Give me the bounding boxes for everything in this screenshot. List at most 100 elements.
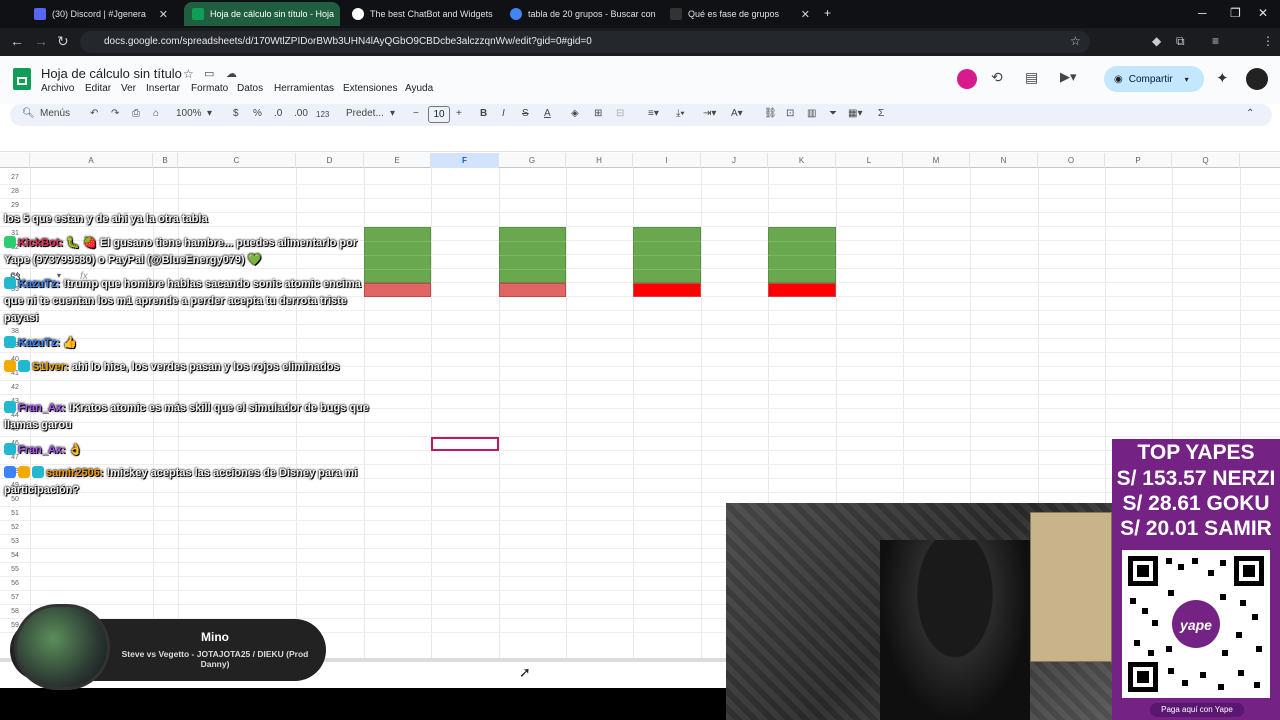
column-header-k[interactable]: K xyxy=(768,153,836,168)
borders-icon[interactable]: ⊞ xyxy=(594,108,602,119)
row-header[interactable]: 28 xyxy=(0,188,30,195)
column-header-d[interactable]: D xyxy=(296,153,364,168)
row-header[interactable]: 29 xyxy=(0,202,30,209)
tab-sheets[interactable]: Hoja de cálculo sin título - Hoja ✕ xyxy=(184,2,340,26)
row-header[interactable]: 55 xyxy=(0,566,30,573)
kebab-menu-icon[interactable]: ⋮ xyxy=(1262,34,1274,48)
forward-icon[interactable]: → xyxy=(34,33,48,49)
insert-link-icon[interactable]: ⛓ xyxy=(764,108,777,119)
menu-formato[interactable]: Formato xyxy=(191,83,228,94)
menus-search[interactable]: Menús xyxy=(40,108,70,119)
functions-icon[interactable]: Σ xyxy=(878,108,884,119)
tab-google-search[interactable]: tabla de 20 grupos - Buscar con ✕ xyxy=(502,2,658,26)
filter-icon[interactable]: ⏷ xyxy=(829,108,837,119)
row-header[interactable]: 53 xyxy=(0,538,30,545)
column-header-h[interactable]: H xyxy=(566,153,633,168)
red-cell[interactable] xyxy=(768,283,836,297)
align-vertical-icon[interactable]: ⤓▾ xyxy=(676,108,685,119)
print-icon[interactable]: ⎙ xyxy=(132,108,140,119)
row-header[interactable]: 57 xyxy=(0,594,30,601)
column-header-e[interactable]: E xyxy=(364,153,431,168)
redo-icon[interactable]: ↷ xyxy=(111,108,119,119)
column-header-q[interactable]: Q xyxy=(1172,153,1240,168)
menu-archivo[interactable]: Archivo xyxy=(41,83,74,94)
comments-icon[interactable]: ▤ xyxy=(1025,69,1038,86)
font-size-input[interactable]: 10 xyxy=(428,106,450,123)
column-header-p[interactable]: P xyxy=(1105,153,1172,168)
menu-editar[interactable]: Editar xyxy=(85,83,111,94)
account-avatar[interactable] xyxy=(1246,68,1268,90)
font-size-increase[interactable]: + xyxy=(456,108,462,119)
extension-icon[interactable]: ◆ xyxy=(1152,34,1161,48)
zoom-select[interactable]: 100% xyxy=(176,108,202,119)
history-icon[interactable]: ⟲ xyxy=(991,69,1003,86)
document-title[interactable]: Hoja de cálculo sin título xyxy=(41,66,182,81)
close-icon[interactable]: ✕ xyxy=(801,8,810,21)
menu-extensiones[interactable]: Extensiones xyxy=(343,83,397,94)
chevron-down-icon[interactable]: ▾ xyxy=(207,108,212,119)
font-select[interactable]: Predet... xyxy=(346,108,384,119)
menu-ayuda[interactable]: Ayuda xyxy=(405,83,433,94)
search-icon[interactable]: 🔍︎ xyxy=(22,108,35,119)
insert-chart-icon[interactable]: ▥ xyxy=(807,108,816,119)
align-horizontal-icon[interactable]: ≡▾ xyxy=(648,108,659,119)
currency-format[interactable]: $ xyxy=(233,108,239,119)
close-icon[interactable]: ✕ xyxy=(159,8,168,21)
puzzle-icon[interactable]: ⧉ xyxy=(1176,34,1185,49)
bookmark-star-icon[interactable]: ☆ xyxy=(1070,34,1081,48)
new-tab-icon[interactable]: + xyxy=(824,6,831,20)
maximize-icon[interactable]: ❐ xyxy=(1230,6,1241,20)
row-header[interactable]: 51 xyxy=(0,510,30,517)
sheets-logo-icon[interactable] xyxy=(13,68,31,90)
row-header[interactable]: 58 xyxy=(0,608,30,615)
window-close-icon[interactable]: ✕ xyxy=(1258,6,1268,20)
text-rotation-icon[interactable]: A▾ xyxy=(731,108,743,119)
strikethrough-icon[interactable]: S xyxy=(522,108,529,119)
back-icon[interactable]: ← xyxy=(10,33,24,49)
collapse-toolbar-icon[interactable]: ⌃ xyxy=(1246,108,1254,119)
decrease-decimals[interactable]: .0 xyxy=(274,108,282,119)
share-button[interactable]: ◉ Compartir ▾ xyxy=(1104,66,1204,92)
undo-icon[interactable]: ↶ xyxy=(90,108,98,119)
row-header[interactable]: 38 xyxy=(0,328,30,335)
insert-comment-icon[interactable]: ⊡ xyxy=(786,108,794,119)
tab-chatbot[interactable]: The best ChatBot and Widgets ✕ xyxy=(344,2,500,26)
filter-views-icon[interactable]: ▦▾ xyxy=(848,108,862,119)
meet-icon[interactable]: ▶▾ xyxy=(1060,69,1077,85)
red-cell[interactable] xyxy=(633,283,701,297)
row-header[interactable]: 56 xyxy=(0,580,30,587)
column-header-a[interactable]: A xyxy=(30,153,153,168)
address-bar[interactable]: docs.google.com/spreadsheets/d/170WtlZPI… xyxy=(80,31,1090,53)
row-header[interactable]: 27 xyxy=(0,174,30,181)
number-format[interactable]: 123 xyxy=(316,110,329,119)
bold-icon[interactable]: B xyxy=(480,108,487,119)
text-color-icon[interactable]: A xyxy=(544,108,551,119)
star-icon[interactable]: ☆ xyxy=(183,67,194,81)
menu-datos[interactable]: Datos xyxy=(237,83,263,94)
percent-format[interactable]: % xyxy=(253,108,262,119)
extension-avatar-icon[interactable] xyxy=(957,69,977,89)
move-folder-icon[interactable]: ▭ xyxy=(204,67,214,80)
menu-insertar[interactable]: Insertar xyxy=(146,83,180,94)
column-header-j[interactable]: J xyxy=(701,153,768,168)
text-wrap-icon[interactable]: ⇥▾ xyxy=(703,108,716,119)
menu-ver[interactable]: Ver xyxy=(121,83,136,94)
row-header[interactable]: 42 xyxy=(0,384,30,391)
font-size-decrease[interactable]: − xyxy=(413,108,419,119)
gemini-icon[interactable]: ✦ xyxy=(1216,69,1229,87)
column-header-f[interactable]: F xyxy=(431,153,499,168)
reload-icon[interactable]: ↻ xyxy=(57,33,69,50)
column-header-i[interactable]: I xyxy=(633,153,701,168)
column-header-g[interactable]: G xyxy=(499,153,566,168)
media-icon[interactable]: ≡ xyxy=(1212,34,1219,48)
row-header[interactable]: 52 xyxy=(0,524,30,531)
paint-format-icon[interactable]: ⌂ xyxy=(153,108,159,119)
italic-icon[interactable]: I xyxy=(502,108,505,119)
select-all-corner[interactable] xyxy=(0,153,30,168)
row-header[interactable]: 54 xyxy=(0,552,30,559)
merge-cells-icon[interactable]: ⊟ xyxy=(616,108,624,119)
selected-cell[interactable] xyxy=(431,437,499,451)
tab-fase-grupos[interactable]: Qué es fase de grupos ✕ xyxy=(662,2,818,26)
column-header-b[interactable]: B xyxy=(153,153,178,168)
column-header-m[interactable]: M xyxy=(903,153,970,168)
